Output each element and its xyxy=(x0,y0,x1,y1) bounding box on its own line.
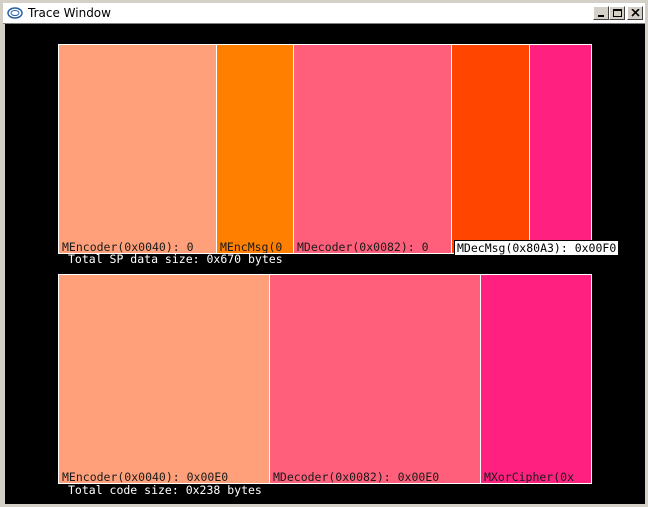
code-segment-mdecoder[interactable]: MDecoder(0x0082): 0x00E0 xyxy=(270,275,481,483)
sp-total-caption: Total SP data size: 0x670 bytes xyxy=(68,252,283,266)
maximize-button[interactable] xyxy=(609,6,625,20)
code-segment-label: MEncoder(0x0040): 0x00E0 xyxy=(62,470,229,483)
code-segment-label: MXorCipher(0x xyxy=(484,470,575,483)
code-segment-mxorcipher[interactable]: MXorCipher(0x xyxy=(481,275,591,483)
minimize-button[interactable] xyxy=(593,6,609,20)
sp-segment-mencmsg[interactable]: MEncMsg(0 xyxy=(217,45,294,253)
sp-data-chart: MEncoder(0x0040): 0 MEncMsg(0 MDecoder(0… xyxy=(58,44,592,254)
close-button[interactable] xyxy=(627,6,643,20)
window-title: Trace Window xyxy=(28,6,111,20)
sp-segment-label: MDecoder(0x0082): 0 xyxy=(297,240,429,253)
title-bar[interactable]: Trace Window xyxy=(3,3,645,24)
code-size-chart: MEncoder(0x0040): 0x00E0 MDecoder(0x0082… xyxy=(58,274,592,484)
close-icon xyxy=(631,9,640,17)
code-segment-label: MDecoder(0x0082): 0x00E0 xyxy=(273,470,440,483)
app-icon xyxy=(7,7,23,19)
code-segment-mencoder[interactable]: MEncoder(0x0040): 0x00E0 xyxy=(59,275,270,483)
sp-segment-mdecmsg[interactable] xyxy=(452,45,530,253)
trace-canvas: MEncoder(0x0040): 0 MEncMsg(0 MDecoder(0… xyxy=(5,24,645,504)
sp-segment-mencoder[interactable]: MEncoder(0x0040): 0 xyxy=(59,45,217,253)
trace-window: Trace Window MEncoder(0x0040): 0 MEncMsg… xyxy=(0,0,648,507)
maximize-icon xyxy=(613,9,622,17)
sp-segment-mdecoder[interactable]: MDecoder(0x0082): 0 xyxy=(294,45,452,253)
sp-segment-last[interactable] xyxy=(530,45,591,253)
code-total-caption: Total code size: 0x238 bytes xyxy=(68,483,262,497)
minimize-icon xyxy=(598,15,604,17)
segment-tooltip: MDecMsg(0x80A3): 0x00F0 xyxy=(454,240,620,256)
